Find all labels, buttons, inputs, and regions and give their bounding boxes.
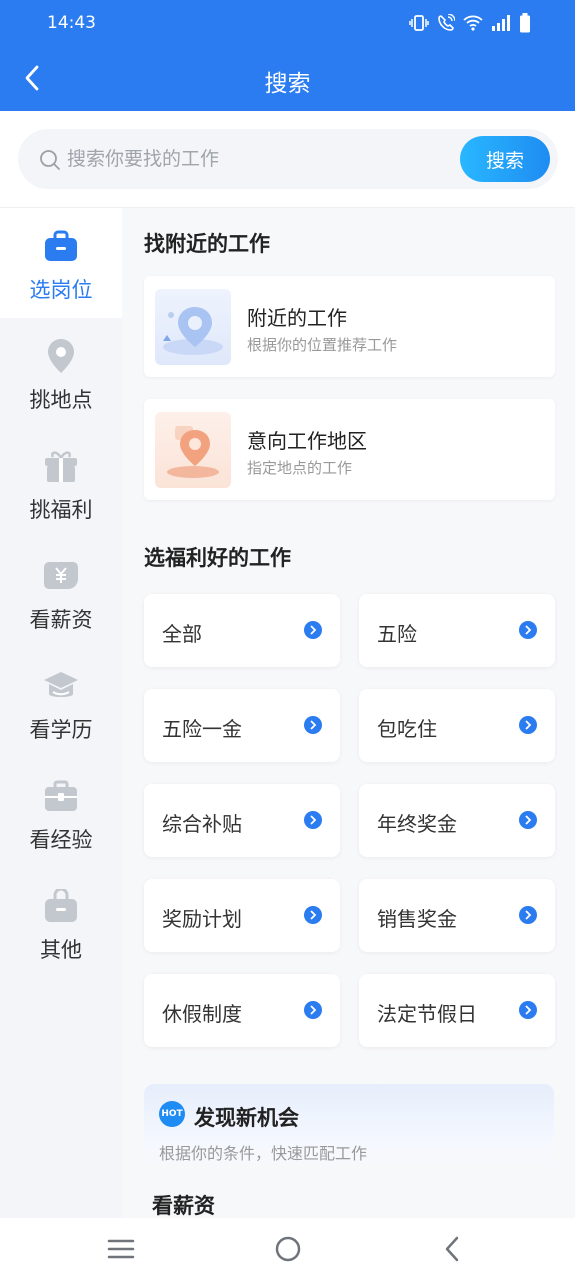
battery-icon <box>519 13 531 33</box>
discover-opportunity-card[interactable]: HOT 发现新机会 根据你的条件，快速匹配工作 <box>144 1084 554 1169</box>
sidebar-item-label: 看学历 <box>29 718 93 742</box>
search-icon <box>39 149 61 175</box>
status-time: 14:43 <box>47 13 96 33</box>
benefit-label: 全部 <box>162 622 202 646</box>
graduation-cap-icon <box>41 666 81 706</box>
status-icons <box>409 13 531 33</box>
chevron-right-icon <box>304 811 322 829</box>
sidebar-item-positions[interactable]: 选岗位 <box>0 208 122 318</box>
benefit-label: 五险 <box>377 622 417 646</box>
sidebar-item-salary[interactable]: 看薪资 <box>0 538 122 648</box>
benefit-chip-vacation[interactable]: 休假制度 <box>144 974 340 1047</box>
app-root: 14:43 搜索 搜索你要找的工作 搜索 选岗位 挑地点 挑福利 看薪资 看学历… <box>0 0 575 1280</box>
salary-section-title: 看薪资 <box>152 1194 215 1218</box>
search-box: 搜索 <box>18 129 558 189</box>
benefit-chip-year-end-bonus[interactable]: 年终奖金 <box>359 784 555 857</box>
nearby-jobs-subtitle: 根据你的位置推荐工作 <box>247 336 398 354</box>
nearby-jobs-card[interactable]: 附近的工作 根据你的位置推荐工作 <box>144 276 555 377</box>
benefit-chip-public-holidays[interactable]: 法定节假日 <box>359 974 555 1047</box>
signal-icon <box>491 15 511 31</box>
system-nav-bar <box>0 1218 575 1280</box>
benefit-label: 销售奖金 <box>377 907 457 931</box>
nearby-map-icon <box>155 289 231 365</box>
toolbox-icon <box>41 776 81 816</box>
discover-subtitle: 根据你的条件，快速匹配工作 <box>159 1144 368 1163</box>
sidebar-item-label: 挑地点 <box>29 388 93 412</box>
sidebar-item-education[interactable]: 看学历 <box>0 648 122 758</box>
system-back-button[interactable] <box>432 1232 472 1266</box>
chevron-right-icon <box>519 811 537 829</box>
chevron-left-icon <box>445 1236 459 1262</box>
benefit-label: 包吃住 <box>377 717 437 741</box>
chevron-right-icon <box>519 716 537 734</box>
discover-title: 发现新机会 <box>194 1106 299 1130</box>
sidebar-item-label: 看经验 <box>29 828 93 852</box>
sidebar: 选岗位 挑地点 挑福利 看薪资 看学历 看经验 其他 <box>0 208 122 1218</box>
home-button[interactable] <box>268 1232 308 1266</box>
sidebar-item-benefits[interactable]: 挑福利 <box>0 428 122 538</box>
nearby-jobs-title: 附近的工作 <box>247 306 347 330</box>
hot-badge-icon: HOT <box>159 1101 185 1127</box>
benefit-label: 奖励计划 <box>162 907 242 931</box>
home-circle-icon <box>275 1236 301 1262</box>
chevron-right-icon <box>519 621 537 639</box>
benefit-chip-all[interactable]: 全部 <box>144 594 340 667</box>
chevron-right-icon <box>304 1001 322 1019</box>
sidebar-item-label: 其他 <box>40 938 82 962</box>
gift-icon <box>41 446 81 486</box>
chevron-right-icon <box>304 621 322 639</box>
benefit-label: 综合补贴 <box>162 812 242 836</box>
bag-icon <box>41 886 81 926</box>
preferred-area-card[interactable]: 意向工作地区 指定地点的工作 <box>144 399 555 500</box>
sidebar-item-label: 看薪资 <box>29 608 93 632</box>
benefit-chip-reward-plan[interactable]: 奖励计划 <box>144 879 340 952</box>
sidebar-item-other[interactable]: 其他 <box>0 868 122 978</box>
benefit-chip-five-insurances[interactable]: 五险 <box>359 594 555 667</box>
chevron-right-icon <box>519 906 537 924</box>
sidebar-item-location[interactable]: 挑地点 <box>0 318 122 428</box>
search-bar: 搜索 <box>0 111 575 208</box>
page-title: 搜索 <box>264 71 311 97</box>
area-pin-icon <box>155 412 231 488</box>
sidebar-item-experience[interactable]: 看经验 <box>0 758 122 868</box>
benefit-label: 休假制度 <box>162 1002 242 1026</box>
chevron-right-icon <box>304 716 322 734</box>
briefcase-icon <box>41 226 81 266</box>
benefit-chip-sales-bonus[interactable]: 销售奖金 <box>359 879 555 952</box>
sidebar-item-label: 挑福利 <box>29 498 93 522</box>
chevron-right-icon <box>304 906 322 924</box>
search-input[interactable] <box>67 141 447 177</box>
menu-icon <box>107 1239 135 1259</box>
wifi-call-icon <box>437 14 455 32</box>
benefit-chip-allowance[interactable]: 综合补贴 <box>144 784 340 857</box>
status-bar: 14:43 <box>0 0 575 46</box>
wifi-icon <box>463 15 483 31</box>
preferred-area-subtitle: 指定地点的工作 <box>247 459 353 477</box>
yen-wallet-icon <box>41 556 81 596</box>
benefit-chip-insurance-fund[interactable]: 五险一金 <box>144 689 340 762</box>
content-panel: 找附近的工作 附近的工作 根据你的位置推荐工作 意向工作地区 指定地点的工作 选… <box>122 208 575 1218</box>
benefit-chip-room-board[interactable]: 包吃住 <box>359 689 555 762</box>
sidebar-item-label: 选岗位 <box>29 278 93 302</box>
menu-button[interactable] <box>101 1232 141 1266</box>
chevron-right-icon <box>519 1001 537 1019</box>
nearby-section-title: 找附近的工作 <box>144 232 270 256</box>
header: 14:43 搜索 <box>0 0 575 111</box>
content-scroll: 找附近的工作 附近的工作 根据你的位置推荐工作 意向工作地区 指定地点的工作 选… <box>122 208 575 1218</box>
benefit-label: 法定节假日 <box>377 1002 477 1026</box>
preferred-area-title: 意向工作地区 <box>247 429 367 453</box>
benefits-section-title: 选福利好的工作 <box>144 546 291 570</box>
benefit-label: 年终奖金 <box>377 812 457 836</box>
search-button[interactable]: 搜索 <box>460 136 550 182</box>
location-pin-icon <box>41 336 81 376</box>
vibrate-icon <box>409 14 429 32</box>
nav-bar: 搜索 <box>0 46 575 111</box>
benefit-label: 五险一金 <box>162 717 242 741</box>
